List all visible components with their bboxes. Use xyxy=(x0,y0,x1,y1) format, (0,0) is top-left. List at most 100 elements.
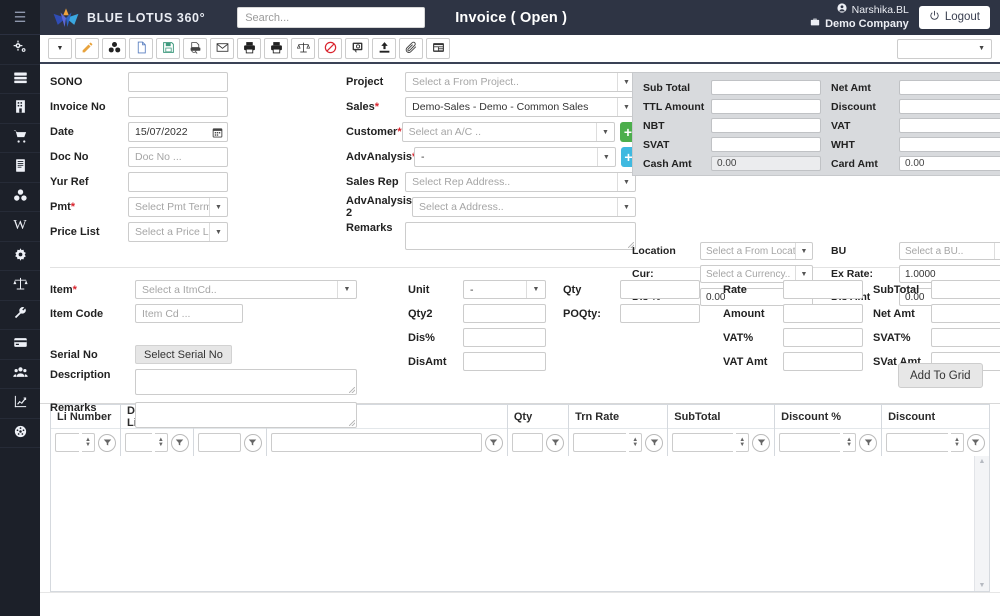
project-select[interactable]: Select a From Project.. ▼ xyxy=(405,72,636,92)
discount-filter-input[interactable] xyxy=(886,433,948,452)
subtotal-filter-input[interactable] xyxy=(672,433,734,452)
toolbar-right-select[interactable]: ▼ xyxy=(897,38,992,59)
grid-header-qty[interactable]: Qty xyxy=(507,405,569,429)
display-lino-filter-icon[interactable] xyxy=(170,433,189,452)
select-serial-no-button[interactable]: Select Serial No xyxy=(135,345,232,364)
calendar-icon[interactable] xyxy=(209,127,225,138)
price-list-select[interactable]: Select a Price Li ▼ xyxy=(128,222,228,242)
sidebar-item-dashboard[interactable] xyxy=(0,419,40,448)
qty2-input[interactable] xyxy=(463,304,546,323)
logout-button[interactable]: Logout xyxy=(918,5,990,29)
toolbar-print-button[interactable] xyxy=(237,38,261,59)
location-select[interactable]: Select a From Location ▼ xyxy=(700,242,813,260)
toolbar-save-button[interactable] xyxy=(156,38,180,59)
dis-amt-item-input[interactable] xyxy=(463,352,546,371)
item-select[interactable]: Select a ItmCd.. ▼ xyxy=(135,280,357,299)
sidebar-item-cogs[interactable] xyxy=(0,35,40,65)
card-amt-input[interactable]: 0.00 xyxy=(899,156,1000,171)
pmt-select[interactable]: Select Pmt Term ▼ xyxy=(128,197,228,217)
discount-spinner[interactable]: ▲ ▼ xyxy=(950,433,964,452)
sales-select[interactable]: Demo-Sales - Demo - Common Sales ▼ xyxy=(405,97,636,117)
sidebar-item-building[interactable] xyxy=(0,94,40,124)
ttl-amount-input[interactable] xyxy=(711,99,821,114)
toolbar-clone-button[interactable] xyxy=(102,38,126,59)
hamburger-icon[interactable]: ☰ xyxy=(0,0,40,35)
toolbar-report-button[interactable] xyxy=(426,38,450,59)
sales-rep-select[interactable]: Select Rep Address.. ▼ xyxy=(405,172,636,192)
grid-header-subtotal[interactable]: SubTotal xyxy=(668,405,775,429)
search-input[interactable]: Search... xyxy=(237,7,426,28)
discount-input[interactable] xyxy=(899,99,1000,114)
toolbar-note-button[interactable] xyxy=(345,38,369,59)
sidebar-item-wiki[interactable]: W xyxy=(0,212,40,242)
sidebar-item-legal[interactable] xyxy=(0,271,40,301)
toolbar-balance-button[interactable] xyxy=(291,38,315,59)
amount-input[interactable] xyxy=(783,304,863,323)
sidebar-item-payments[interactable] xyxy=(0,330,40,360)
sidebar-item-users[interactable] xyxy=(0,360,40,389)
subtotal-filter-icon[interactable] xyxy=(752,433,771,452)
sidebar-item-server[interactable] xyxy=(0,65,40,94)
qty-input[interactable] xyxy=(620,280,700,299)
sidebar-item-settings[interactable] xyxy=(0,242,40,271)
grid-header-discount[interactable]: Discount xyxy=(882,405,989,429)
trn-rate-filter-input[interactable] xyxy=(573,433,627,452)
unit-select[interactable]: - ▼ xyxy=(463,280,546,299)
scroll-down-arrow-icon[interactable]: ▼ xyxy=(979,582,986,589)
discount-filter-icon[interactable] xyxy=(966,433,985,452)
item-net-amt-input[interactable] xyxy=(931,304,1000,323)
item-code-filter-icon[interactable] xyxy=(243,433,262,452)
sidebar-item-reports[interactable] xyxy=(0,389,40,419)
li-number-spinner[interactable]: ▲ ▼ xyxy=(82,433,95,452)
li-number-filter-icon[interactable] xyxy=(98,433,116,452)
brand-logo[interactable]: BLUE LOTUS 360° xyxy=(52,7,205,29)
toolbar-email-button[interactable] xyxy=(210,38,234,59)
user-info[interactable]: Narshika.BL Demo Company xyxy=(810,3,909,32)
sono-input[interactable] xyxy=(128,72,228,92)
add-to-grid-button[interactable]: Add To Grid xyxy=(898,363,983,388)
rate-input[interactable] xyxy=(783,280,863,299)
invoice-no-input[interactable] xyxy=(128,97,228,117)
toolbar-print-alt-button[interactable] xyxy=(264,38,288,59)
toolbar-cancel-button[interactable] xyxy=(318,38,342,59)
customer-select[interactable]: Select an A/C .. ▼ xyxy=(401,122,615,142)
li-number-filter-input[interactable] xyxy=(55,433,79,452)
sidebar-item-cubes[interactable] xyxy=(0,183,40,212)
grid-header-trn-rate[interactable]: Trn Rate xyxy=(569,405,668,429)
display-lino-filter-input[interactable] xyxy=(125,433,152,452)
qty-filter-icon[interactable] xyxy=(546,433,565,452)
toolbar-print-preview-button[interactable] xyxy=(183,38,207,59)
grid-horizontal-scroll-zone[interactable] xyxy=(40,592,1000,602)
scroll-up-arrow-icon[interactable]: ▲ xyxy=(979,458,986,465)
sidebar-item-book[interactable] xyxy=(0,153,40,183)
sidebar-item-cart[interactable] xyxy=(0,124,40,153)
wht-input[interactable] xyxy=(899,137,1000,152)
toolbar-attachment-button[interactable] xyxy=(399,38,423,59)
dis-pct-input[interactable] xyxy=(463,328,546,347)
item-name-filter-icon[interactable] xyxy=(484,433,503,452)
discount-pct-spinner[interactable]: ▲ ▼ xyxy=(843,433,857,452)
sub-total-input[interactable] xyxy=(711,80,821,95)
item-code-input[interactable]: Item Cd ... xyxy=(135,304,243,323)
remarks-textarea[interactable] xyxy=(405,222,636,250)
advanalysis-select[interactable]: - ▼ xyxy=(414,147,616,167)
discount-pct-filter-input[interactable] xyxy=(779,433,841,452)
nbt-input[interactable] xyxy=(711,118,821,133)
your-ref-input[interactable] xyxy=(128,172,228,192)
svat-input[interactable] xyxy=(711,137,821,152)
discount-pct-filter-icon[interactable] xyxy=(859,433,878,452)
vat-amt-input[interactable] xyxy=(783,352,863,371)
trn-rate-filter-icon[interactable] xyxy=(645,433,664,452)
toolbar-upload-button[interactable] xyxy=(372,38,396,59)
item-remarks-textarea[interactable] xyxy=(135,402,357,428)
sidebar-item-tools[interactable] xyxy=(0,301,40,330)
advanalysis-2-select[interactable]: Select a Address.. ▼ xyxy=(412,197,636,217)
display-lino-spinner[interactable]: ▲ ▼ xyxy=(154,433,168,452)
vat-input[interactable] xyxy=(899,118,1000,133)
svat-pct-input[interactable] xyxy=(931,328,1000,347)
bu-select[interactable]: Select a BU.. ▼ xyxy=(899,242,1000,260)
subtotal-spinner[interactable]: ▲ ▼ xyxy=(736,433,750,452)
item-code-filter-input[interactable] xyxy=(197,433,241,452)
grid-header-discount-pct[interactable]: Discount % xyxy=(775,405,882,429)
vat-pct-input[interactable] xyxy=(783,328,863,347)
